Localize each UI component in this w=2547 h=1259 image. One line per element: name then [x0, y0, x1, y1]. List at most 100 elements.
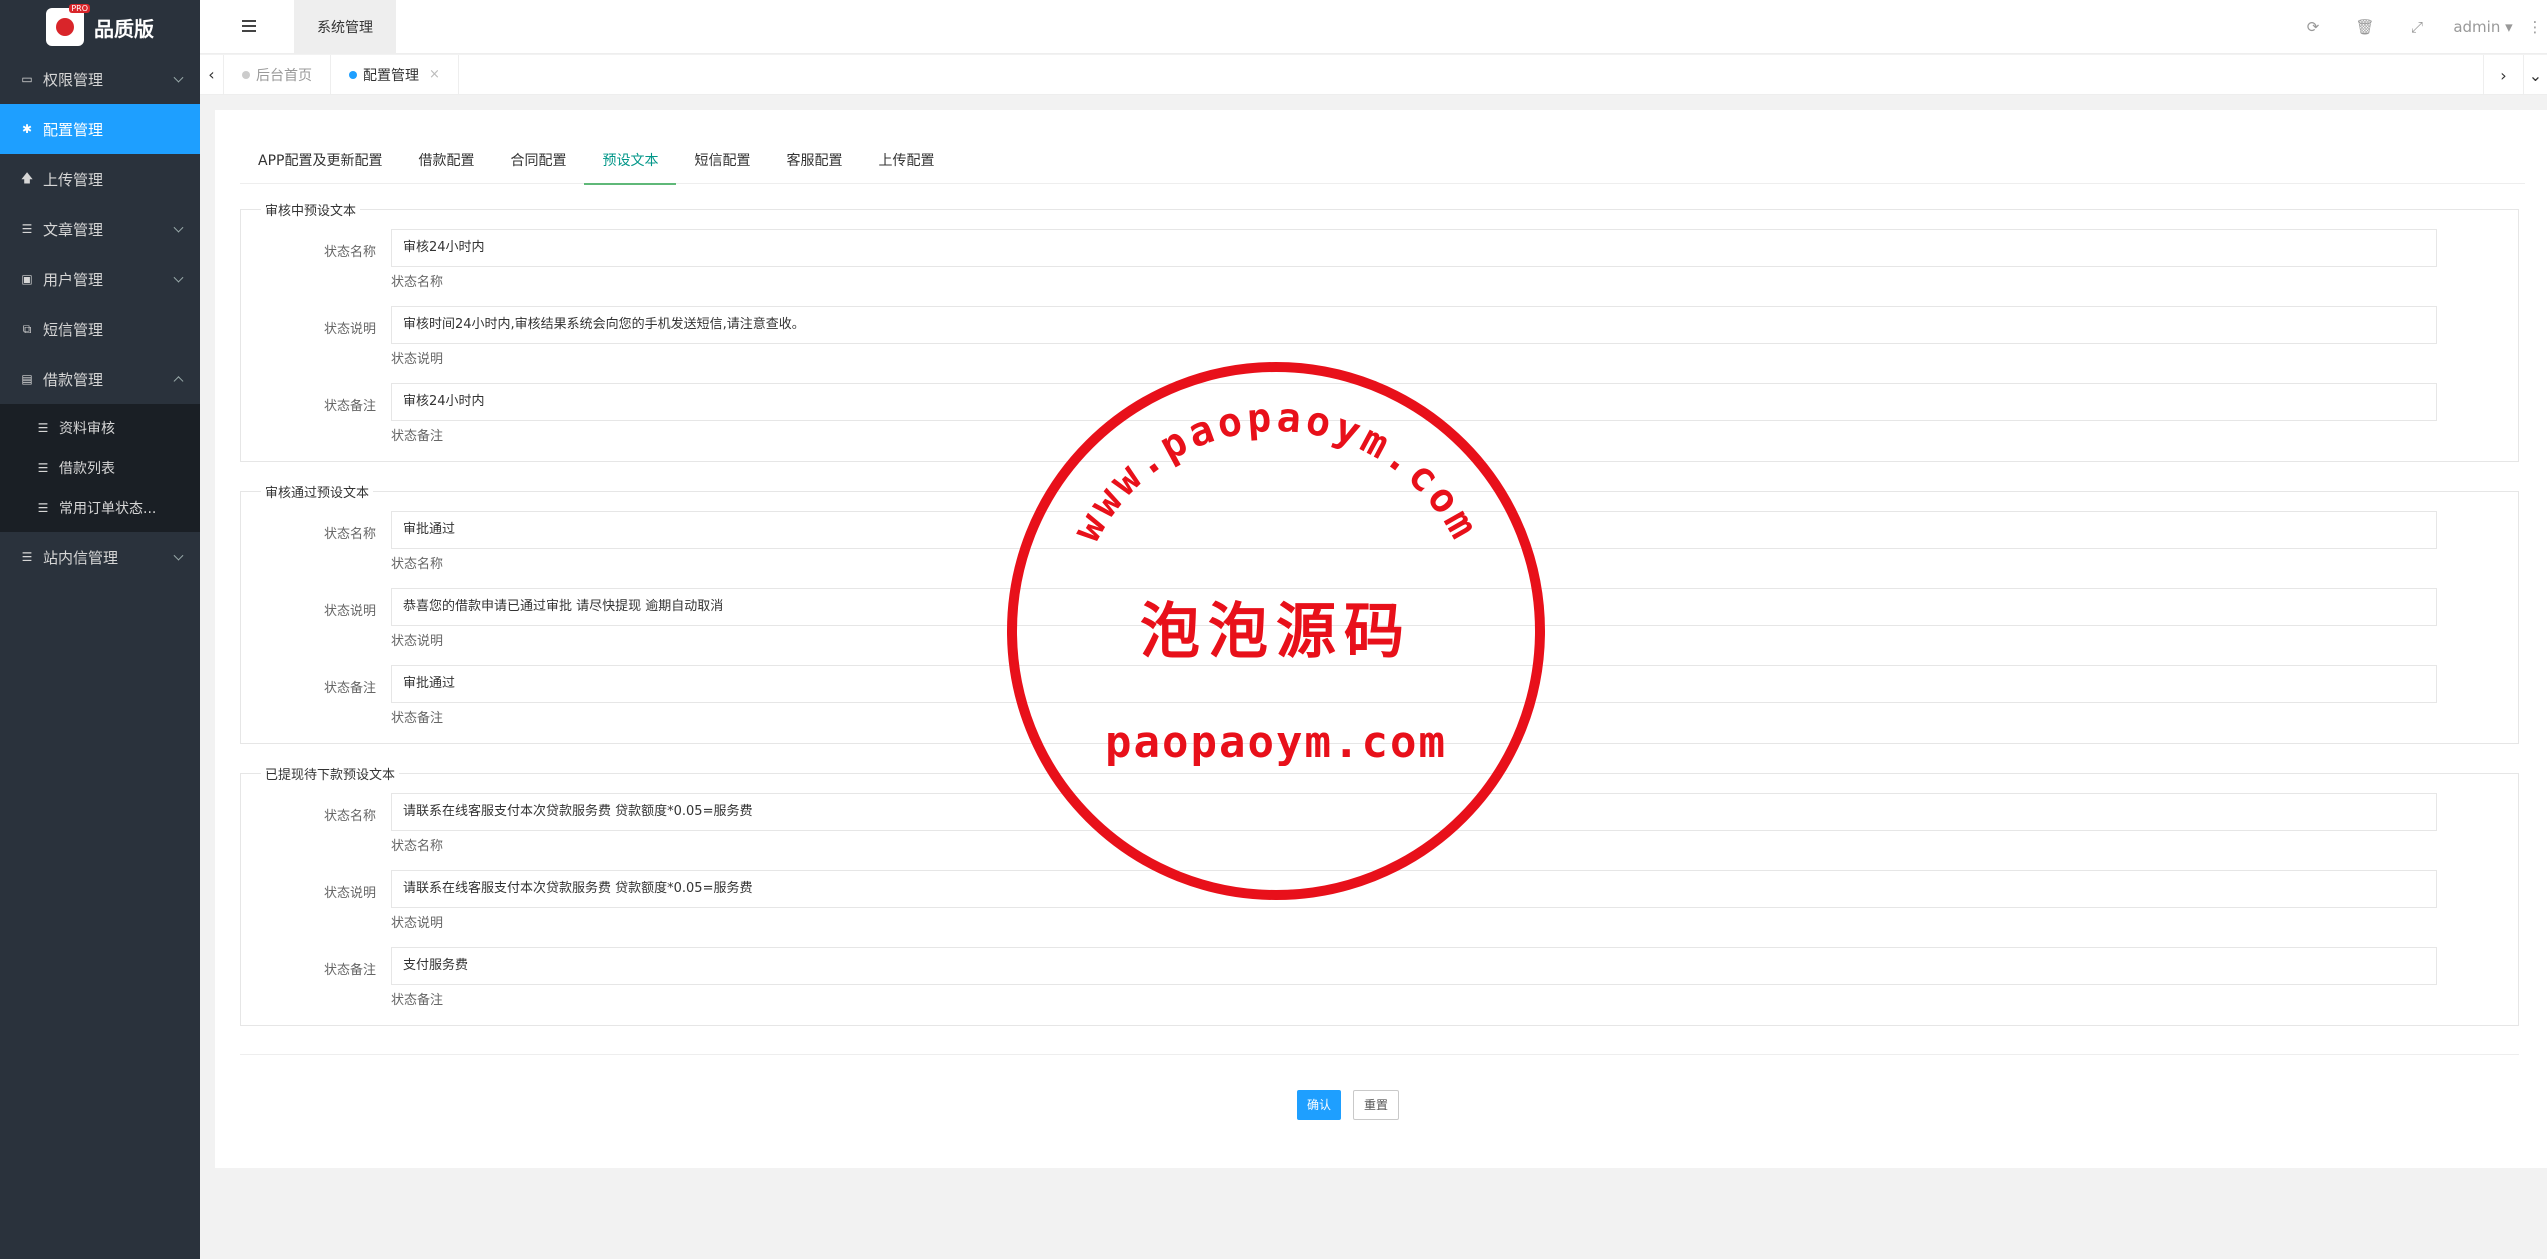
sidebar-item-upload[interactable]: 🡅 上传管理	[0, 154, 200, 204]
laptop-icon: ▭	[21, 72, 33, 86]
sidebar-item-label: 上传管理	[43, 170, 104, 189]
tab-home[interactable]: 后台首页	[224, 54, 331, 95]
sidebar-item-label: 借款列表	[59, 461, 115, 477]
tab-label: 配置管理	[363, 67, 419, 84]
logo-icon: PRO	[46, 4, 90, 46]
sidebar-item-loans[interactable]: ▤ 借款管理	[0, 354, 200, 404]
stamp-center-text: 泡泡源码	[1140, 597, 1412, 667]
sidebar-item-permissions[interactable]: ▭ 权限管理	[0, 54, 200, 104]
status-name-input[interactable]: 审核24小时内	[391, 229, 2437, 267]
list-icon: ☰	[37, 501, 49, 515]
user-name: admin	[2453, 18, 2501, 36]
sidebar-submenu-loans: ☰ 资料审核 ☰ 借款列表 ☰ 常用订单状态...	[0, 404, 200, 532]
status-remark-input[interactable]: 支付服务费	[391, 947, 2437, 985]
fullscreen-icon[interactable]: ⤢	[2391, 18, 2443, 36]
field-label: 状态备注	[323, 399, 376, 414]
sidebar-item-label: 资料审核	[59, 421, 115, 437]
tab-config[interactable]: 配置管理 ×	[331, 54, 459, 95]
sidebar-item-messages[interactable]: ☰ 站内信管理	[0, 532, 200, 582]
sidebar-item-config[interactable]: ✱ 配置管理	[0, 104, 200, 154]
field-hint: 状态名称	[391, 839, 444, 854]
user-icon: ▣	[21, 272, 33, 286]
tab-dot-icon	[349, 70, 357, 79]
close-icon[interactable]: ×	[429, 67, 440, 82]
page-tabs-bar: ‹ 后台首页 配置管理 × › ⌄	[200, 54, 2547, 95]
divider	[240, 1054, 2519, 1055]
field-hint: 状态说明	[391, 634, 444, 649]
section-legend: 已提现待下款预设文本	[265, 768, 396, 783]
chevron-down-icon	[173, 550, 184, 561]
brand-logo[interactable]: PRO 品质版	[0, 0, 200, 54]
header-tools: ⟳ 🗑 ⤢ admin ▾ ⋮	[2287, 0, 2547, 54]
tab-contract-config[interactable]: 合同配置	[492, 138, 584, 184]
field-hint: 状态备注	[391, 429, 444, 444]
field-label: 状态说明	[323, 604, 376, 619]
copy-icon: ⧉	[22, 321, 32, 336]
sidebar-item-label: 权限管理	[43, 70, 104, 89]
brand-name: 品质版	[94, 16, 154, 41]
field-hint: 状态备注	[391, 993, 444, 1008]
field-hint: 状态名称	[391, 275, 444, 290]
field-label: 状态备注	[323, 963, 376, 978]
chevron-right-icon[interactable]: ›	[2483, 55, 2523, 95]
refresh-icon[interactable]: ⟳	[2287, 18, 2339, 36]
tab-sms-config[interactable]: 短信配置	[676, 138, 768, 184]
chevron-up-icon	[173, 376, 184, 387]
sidebar-item-label: 借款管理	[43, 370, 104, 389]
chevron-down-icon	[173, 72, 184, 83]
field-hint: 状态说明	[391, 916, 444, 931]
chevron-left-icon[interactable]: ‹	[200, 54, 224, 95]
gear-icon: ✱	[21, 122, 33, 136]
tab-service-config[interactable]: 客服配置	[768, 138, 860, 184]
sidebar-item-label: 文章管理	[43, 220, 104, 239]
form-actions: 确认 重置	[1297, 1090, 1400, 1120]
sidebar-subitem-loan-list[interactable]: ☰ 借款列表	[0, 448, 200, 488]
sidebar-item-label: 配置管理	[43, 120, 104, 139]
sidebar: PRO 品质版 ▭ 权限管理 ✱ 配置管理 🡅 上传管理 ☰ 文章管理 ▣ 用户管理 ⧉ 短…	[0, 0, 200, 1259]
field-label: 状态名称	[323, 245, 376, 260]
field-hint: 状态备注	[391, 711, 444, 726]
field-label: 状态备注	[323, 681, 376, 696]
system-tab[interactable]: 系统管理	[294, 0, 396, 54]
tab-label: 后台首页	[256, 67, 312, 84]
status-desc-input[interactable]: 审核时间24小时内,审核结果系统会向您的手机发送短信,请注意查收。	[391, 306, 2437, 344]
watermark-stamp: www.paopaoym.com 泡泡源码 paopaoym.com	[1007, 362, 1545, 900]
sidebar-item-users[interactable]: ▣ 用户管理	[0, 254, 200, 304]
field-label: 状态说明	[323, 322, 376, 337]
tab-loan-config[interactable]: 借款配置	[400, 138, 492, 184]
tab-app-config[interactable]: APP配置及更新配置	[240, 138, 400, 184]
tab-upload-config[interactable]: 上传配置	[860, 138, 952, 184]
money-icon: ▤	[21, 372, 33, 386]
upload-icon: 🡅	[20, 170, 34, 185]
confirm-button[interactable]: 确认	[1297, 1090, 1342, 1120]
field-label: 状态名称	[323, 527, 376, 542]
sidebar-nav-bottom: ☰ 站内信管理	[0, 532, 200, 582]
more-vertical-icon[interactable]: ⋮	[2523, 18, 2547, 36]
section-legend: 审核中预设文本	[265, 204, 357, 219]
sidebar-item-label: 站内信管理	[43, 548, 119, 567]
list-icon: ☰	[37, 461, 49, 475]
menu-toggle-icon[interactable]	[242, 20, 256, 32]
field-hint: 状态说明	[391, 352, 444, 367]
field-label: 状态说明	[323, 886, 376, 901]
sidebar-item-sms[interactable]: ⧉ 短信管理	[0, 304, 200, 354]
chevron-down-icon	[173, 222, 184, 233]
tab-dot-icon	[242, 70, 250, 79]
sidebar-nav: ▭ 权限管理 ✱ 配置管理 🡅 上传管理 ☰ 文章管理 ▣ 用户管理 ⧉ 短信管理 ▤ 借款管…	[0, 54, 200, 404]
list-icon: ☰	[37, 421, 49, 435]
section-legend: 审核通过预设文本	[265, 486, 370, 501]
chevron-down-icon	[173, 272, 184, 283]
chevron-down-icon[interactable]: ⌄	[2523, 55, 2547, 95]
trash-icon[interactable]: 🗑	[2339, 18, 2391, 36]
list-icon: ☰	[21, 550, 33, 564]
field-label: 状态名称	[323, 809, 376, 824]
sidebar-item-articles[interactable]: ☰ 文章管理	[0, 204, 200, 254]
tab-preset-text[interactable]: 预设文本	[584, 138, 677, 185]
sidebar-subitem-review[interactable]: ☰ 资料审核	[0, 408, 200, 448]
tab-controls: › ⌄	[2483, 55, 2547, 95]
sidebar-item-label: 短信管理	[43, 320, 104, 339]
user-menu[interactable]: admin ▾	[2443, 18, 2523, 36]
sidebar-subitem-order-status[interactable]: ☰ 常用订单状态...	[0, 488, 200, 528]
top-header: 系统管理 ⟳ 🗑 ⤢ admin ▾ ⋮	[200, 0, 2547, 54]
reset-button[interactable]: 重置	[1353, 1090, 1400, 1120]
